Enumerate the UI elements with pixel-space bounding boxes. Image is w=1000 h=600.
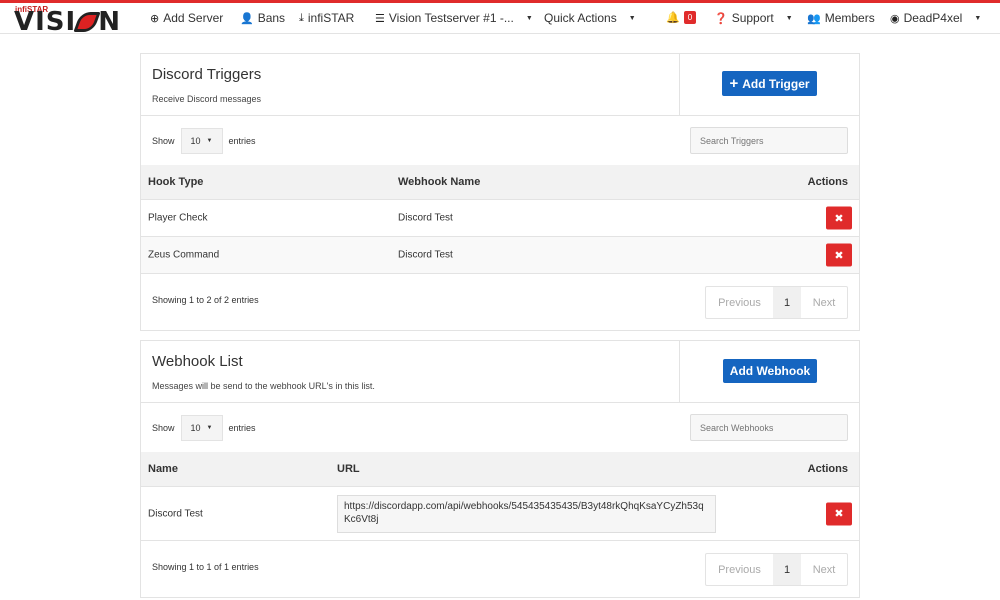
column-header-webhook-name[interactable]: Webhook Name [398,176,480,188]
nav-add-server[interactable]: ⊕ Add Server [150,11,223,25]
server-icon: ☰ [375,12,385,25]
entries-label: entries [228,423,256,433]
header-actions: Add Webhook [679,341,860,402]
page-size-select[interactable]: 10 ▼ [180,128,223,154]
delete-button[interactable]: ✖ [826,502,852,525]
column-header-hook-type[interactable]: Hook Type [148,176,203,188]
chevron-down-icon: ▼ [628,14,636,22]
add-trigger-button[interactable]: + Add Trigger [722,71,817,96]
cell-webhook-name: Discord Test [398,212,453,224]
cell-webhook-name: Discord Test [398,249,453,261]
card-header: Discord Triggers Receive Discord message… [141,54,859,116]
card-title: Webhook List [152,353,243,370]
bell-icon: 🔔 [666,12,680,24]
user-ban-icon: 👤 [240,12,254,25]
column-header-actions: Actions [807,463,848,475]
button-label: Add Trigger [742,76,810,91]
pagination-previous[interactable]: Previous [706,554,773,585]
table-controls: Show 10 ▼ entries [141,116,859,165]
table-row: Discord Test https://discordapp.com/api/… [141,487,859,541]
column-header-url[interactable]: URL [337,463,360,475]
column-header-name[interactable]: Name [148,463,178,475]
table-row: Zeus Command Discord Test ✖ [141,237,859,274]
card-subtitle: Receive Discord messages [152,94,262,104]
table-controls: Show 10 ▼ entries [141,403,859,452]
cell-name: Discord Test [148,508,203,519]
card-header: Webhook List Messages will be send to th… [141,341,859,403]
pagination: Previous 1 Next [705,553,848,586]
question-circle-icon: ❓ [714,12,728,25]
nav-label: Vision Testserver #1 -... [388,11,514,25]
pagination-page[interactable]: 1 [773,287,801,318]
nav-label: DeadP4xel [903,11,963,25]
webhook-list-card: Webhook List Messages will be send to th… [140,340,860,598]
nav-server-select[interactable]: ☰ Vision Testserver #1 -... ▼ [375,11,533,25]
show-label: Show [152,136,175,146]
nav-bans[interactable]: 👤 Bans [240,11,285,25]
search-triggers-input[interactable] [690,127,848,154]
show-label: Show [152,423,175,433]
page-size-control: Show 10 ▼ entries [152,415,256,441]
pagination-next[interactable]: Next [801,554,847,585]
webhook-url-field[interactable]: https://discordapp.com/api/webhooks/5454… [337,495,716,533]
nav-label: Bans [257,11,286,25]
add-webhook-button[interactable]: Add Webhook [723,359,817,383]
column-header-actions: Actions [807,176,848,188]
user-circle-icon: ◉ [890,12,900,25]
nav-infistar[interactable]: ⤓ infiSTAR [299,11,354,25]
page-size-value: 10 [190,136,201,146]
nav-label: Quick Actions [544,11,617,25]
plus-icon: + [729,75,739,92]
users-icon: 👥 [807,12,821,25]
table-footer: Showing 1 to 2 of 2 entries Previous 1 N… [141,274,859,330]
card-subtitle: Messages will be send to the webhook URL… [152,381,375,391]
card-title: Discord Triggers [152,66,262,83]
cell-hook-type: Player Check [148,212,208,224]
entries-label: entries [228,136,256,146]
plus-circle-icon: ⊕ [150,12,160,25]
discord-triggers-card: Discord Triggers Receive Discord message… [140,53,860,331]
nav-label: Members [824,11,875,25]
table-info: Showing 1 to 1 of 1 entries [152,562,259,572]
nav-label: Add Server [163,11,224,25]
logo-text: VISI N [14,7,121,37]
page-size-control: Show 10 ▼ entries [152,128,256,154]
close-icon: ✖ [834,249,844,262]
header-actions: + Add Trigger [679,54,860,115]
close-icon: ✖ [834,212,844,225]
chevron-down-icon: ▼ [785,14,793,22]
table-header: Name URL Actions [141,452,859,487]
delete-button[interactable]: ✖ [826,243,852,267]
notification-badge: 0 [683,11,697,24]
search-webhooks-input[interactable] [690,414,848,441]
navbar: infiSTAR VISI N ⊕ Add Server 👤 Bans ⤓ inf… [0,3,1000,35]
table-row: Player Check Discord Test ✖ [141,200,859,237]
nav-quick-actions[interactable]: Quick Actions ▼ [544,11,636,25]
chevron-down-icon: ▼ [525,14,533,22]
logo[interactable]: infiSTAR VISI N [14,5,129,35]
caret-down-icon: ▼ [206,138,213,144]
nav-user-menu[interactable]: ◉ DeadP4xel ▼ [890,11,981,25]
nav-label: infiSTAR [307,11,355,25]
nav-notifications[interactable]: 🔔 0 [666,11,697,24]
cell-hook-type: Zeus Command [148,249,220,261]
pagination-page[interactable]: 1 [773,554,801,585]
caret-down-icon: ▼ [206,425,213,431]
nav-support[interactable]: ❓ Support ▼ [714,11,793,25]
page-size-value: 10 [190,423,201,433]
close-icon: ✖ [834,508,844,520]
page-size-select[interactable]: 10 ▼ [180,415,223,441]
pagination: Previous 1 Next [705,286,848,319]
chevron-down-icon: ▼ [974,14,982,22]
table-header: Hook Type Webhook Name Actions [141,165,859,200]
table-footer: Showing 1 to 1 of 1 entries Previous 1 N… [141,541,859,597]
delete-button[interactable]: ✖ [826,206,852,230]
download-icon: ⤓ [299,11,304,24]
table-info: Showing 1 to 2 of 2 entries [152,295,259,305]
pagination-previous[interactable]: Previous [706,287,773,318]
nav-label: Support [731,11,774,25]
nav-members[interactable]: 👥 Members [807,11,875,25]
pagination-next[interactable]: Next [801,287,847,318]
